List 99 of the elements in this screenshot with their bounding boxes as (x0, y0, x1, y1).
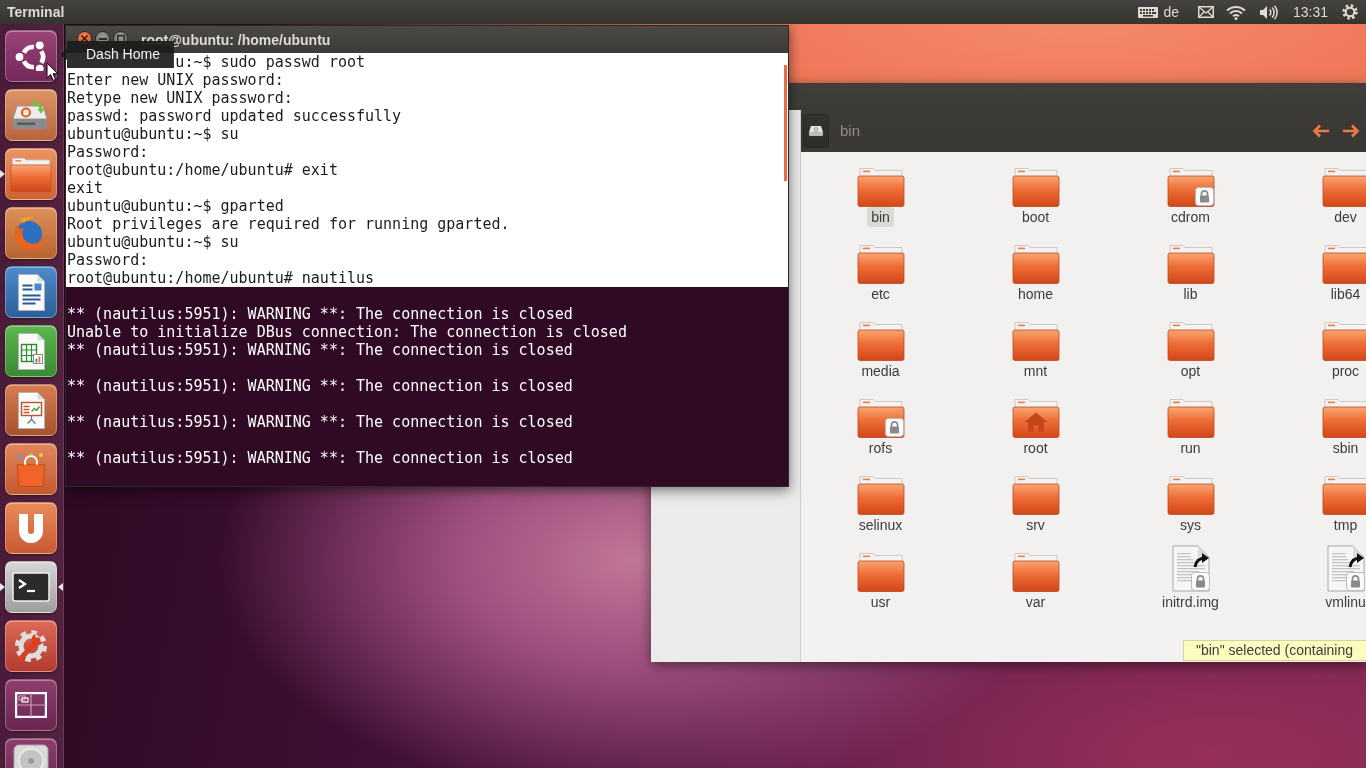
terminal-line: Unable to initialize DBus connection: The connection is closed (67, 323, 627, 341)
terminal-line: root@ubuntu:/home/ubuntu# nautilus (67, 269, 375, 287)
launcher-item[interactable] (5, 30, 57, 82)
file-label[interactable]: sbin (1328, 438, 1363, 458)
location-button[interactable] (803, 114, 829, 148)
file-label[interactable]: lib (1179, 284, 1202, 304)
folder-icon[interactable] (856, 167, 905, 207)
terminal-line: ** (nautilus:5951): WARNING **: The connection is closed (67, 305, 573, 323)
folder-icon[interactable] (1011, 244, 1060, 284)
file-label[interactable]: boot (1017, 207, 1054, 227)
app-title: Terminal (6, 3, 65, 21)
presentation-icon (17, 391, 45, 429)
folder-icon[interactable] (1321, 475, 1366, 515)
file-label[interactable]: home (1014, 284, 1057, 304)
home-folder-icon[interactable] (1011, 398, 1060, 438)
terminal-line: ubuntu@ubuntu:~$ gparted (67, 197, 284, 215)
spreadsheet-icon (17, 332, 45, 370)
folder-icon[interactable] (856, 321, 905, 361)
launcher-item[interactable] (5, 679, 57, 731)
terminal-icon (12, 572, 50, 602)
file-label[interactable]: sys (1176, 515, 1205, 535)
folder-icon[interactable] (1166, 244, 1215, 284)
terminal-line: ** (nautilus:5951): WARNING **: The connection is closed (67, 413, 573, 431)
terminal-line: ubuntu@ubuntu:~$ su (67, 233, 239, 251)
shopping-bag-icon (16, 451, 46, 487)
terminal-line: exit (67, 179, 104, 197)
folder-icon[interactable] (1321, 167, 1366, 207)
folder-icon[interactable] (1321, 398, 1366, 438)
cursor-icon (46, 62, 59, 82)
keyboard-layout[interactable]: de (1163, 3, 1179, 21)
terminal-line: ubuntu@ubuntu:~$ su (67, 125, 239, 143)
workspace-grid-icon (15, 692, 47, 718)
mail-icon[interactable] (1197, 6, 1214, 18)
file-label[interactable]: selinux (854, 515, 907, 535)
close-icon (81, 35, 88, 42)
terminal-line: Password: (67, 143, 149, 161)
file-label[interactable]: var (1021, 592, 1050, 612)
file-label[interactable]: root (1019, 438, 1052, 458)
folder-icon[interactable] (1011, 552, 1060, 592)
file-label[interactable]: vmlinu (1321, 592, 1366, 612)
folder-icon[interactable] (856, 552, 905, 592)
file-label[interactable]: dev (1330, 207, 1361, 227)
folder-icon[interactable] (1166, 475, 1215, 515)
terminal-line: ** (nautilus:5951): WARNING **: The connection is closed (67, 341, 573, 359)
launcher-item[interactable] (5, 266, 57, 318)
file-label[interactable]: usr (866, 592, 895, 612)
file-label[interactable]: etc (867, 284, 894, 304)
fox-globe-icon (14, 216, 48, 250)
arrow-right-icon (1342, 124, 1360, 138)
u-shape-icon (19, 513, 43, 543)
terminal-line: ** (nautilus:5951): WARNING **: The connection is closed (67, 377, 573, 395)
terminal-line: u:~$ sudo passwd root (175, 53, 365, 71)
drive-icon (808, 125, 824, 137)
status-tooltip: "bin" selected (containing (1183, 640, 1366, 661)
gear-icon[interactable] (1342, 4, 1358, 20)
file-label[interactable]: tmp (1329, 515, 1362, 535)
file-label[interactable]: proc (1327, 361, 1364, 381)
folder-icon[interactable] (856, 475, 905, 515)
scrollbar-indicator[interactable] (784, 65, 787, 181)
file-label[interactable]: mnt (1019, 361, 1052, 381)
terminal-line: ** (nautilus:5951): WARNING **: The connection is closed (67, 449, 573, 467)
folder-icon[interactable] (1011, 321, 1060, 361)
folder-icon[interactable] (1321, 244, 1366, 284)
file-label[interactable]: bin (867, 207, 894, 227)
terminal-line: passwd: password updated successfully (67, 107, 402, 125)
file-label[interactable]: media (857, 361, 904, 381)
back-button[interactable] (1312, 124, 1330, 138)
volume-icon[interactable] (1258, 4, 1278, 20)
file-label[interactable]: cdrom (1167, 207, 1214, 227)
forward-button[interactable] (1342, 124, 1360, 138)
terminal-line: Retype new UNIX password: (67, 89, 293, 107)
file-label[interactable]: initrd.img (1158, 592, 1223, 612)
file-label[interactable]: srv (1022, 515, 1049, 535)
disk-drive-icon (11, 100, 51, 130)
launcher-item[interactable] (5, 561, 57, 613)
clock[interactable]: 13:31 (1292, 3, 1328, 21)
terminal-line: root@ubuntu:/home/ubuntu# exit (67, 161, 338, 179)
document-icon (17, 273, 45, 311)
arrow-left-icon (1312, 124, 1330, 138)
folder-icon[interactable] (1166, 321, 1215, 361)
folder-icon[interactable] (1166, 398, 1215, 438)
file-label[interactable]: opt (1176, 361, 1205, 381)
wifi-icon[interactable] (1225, 4, 1246, 20)
file-label[interactable]: run (1176, 438, 1205, 458)
folder-icon[interactable] (856, 244, 905, 284)
folder-icon[interactable] (1011, 475, 1060, 515)
folder-icon[interactable] (1321, 321, 1366, 361)
folder-icon[interactable] (1011, 167, 1060, 207)
terminal-line: Password: (67, 251, 149, 269)
tooltip: Dash Home (60, 41, 174, 68)
ubuntu-logo-icon (15, 41, 47, 71)
folder-icon (10, 156, 52, 192)
terminal-line: Enter new UNIX password: (67, 71, 284, 89)
launcher-item[interactable] (5, 89, 57, 141)
file-label[interactable]: rofs (864, 438, 897, 458)
keyboard-icon[interactable] (1138, 6, 1159, 18)
terminal-line: Root privileges are required for running gparted. (67, 215, 510, 233)
file-label[interactable]: lib64 (1326, 284, 1365, 304)
square-icon (116, 34, 125, 43)
